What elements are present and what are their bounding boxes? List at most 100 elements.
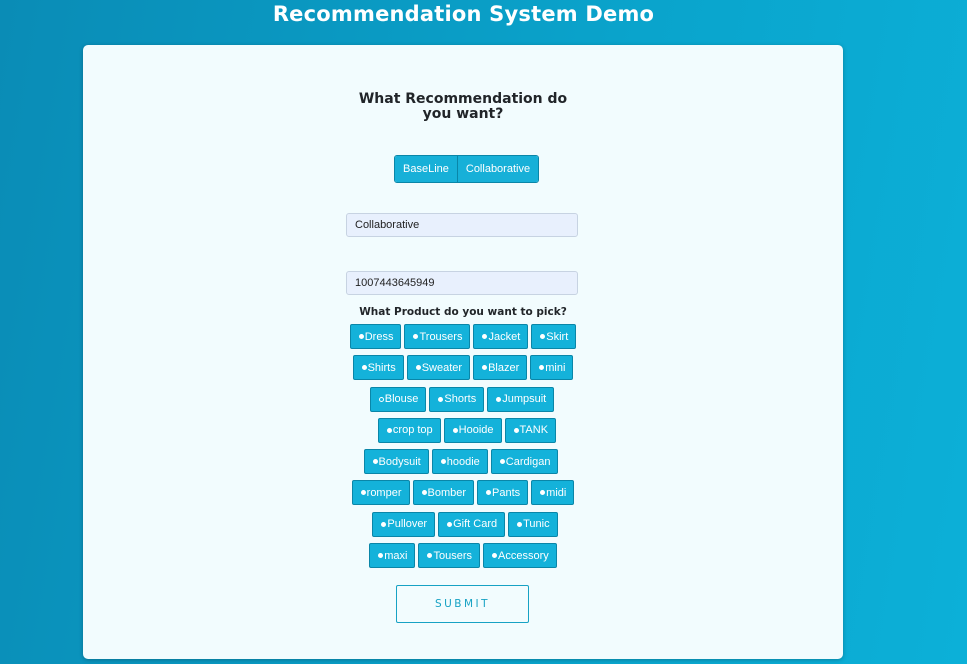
recommendation-type-toggle: BaseLine Collaborative xyxy=(394,155,540,183)
product-option[interactable]: Accessory xyxy=(483,543,557,569)
product-option[interactable]: maxi xyxy=(369,543,416,569)
product-option-label: TANK xyxy=(519,424,549,437)
product-option[interactable]: Skirt xyxy=(531,324,577,349)
radio-icon xyxy=(438,396,444,402)
product-option-label: Shorts xyxy=(444,393,477,406)
product-option[interactable]: Shirts xyxy=(352,355,404,381)
product-row: Pullover Gift Card Tunic xyxy=(85,511,845,538)
radio-icon xyxy=(378,553,384,559)
radio-icon xyxy=(499,459,505,465)
product-row: crop top Hooide TANK xyxy=(87,417,847,444)
product-option-label: Tousers xyxy=(433,549,472,562)
product-option-label: Blouse xyxy=(384,393,419,406)
radio-icon xyxy=(427,553,433,559)
product-option-label: Tunic xyxy=(523,518,550,531)
product-row: Shirts Sweater Blazer mini xyxy=(83,355,843,381)
page-title: Recommendation System Demo xyxy=(272,2,655,26)
product-option-label: Skirt xyxy=(546,330,569,343)
radio-icon xyxy=(517,521,523,527)
main-card: What Recommendation do you want? BaseLin… xyxy=(83,45,843,659)
product-option-label: Accessory xyxy=(498,549,549,562)
product-option-label: Shirts xyxy=(367,361,396,374)
radio-icon xyxy=(513,427,519,433)
radio-icon xyxy=(486,490,492,496)
product-option[interactable]: Dress xyxy=(349,324,402,349)
product-option[interactable]: Gift Card xyxy=(438,511,506,537)
product-option[interactable]: romper xyxy=(351,480,410,506)
product-option[interactable]: Tousers xyxy=(418,543,480,569)
product-option[interactable]: Tunic xyxy=(508,511,558,537)
product-row: Dress Trousers Jacket Skirt xyxy=(83,324,843,350)
product-option-label: Trousers xyxy=(419,330,463,343)
product-option-label: hoodie xyxy=(446,455,480,468)
radio-icon xyxy=(540,490,546,496)
radio-icon xyxy=(482,365,488,371)
radio-icon xyxy=(440,459,446,465)
product-option-label: Gift Card xyxy=(453,518,498,531)
product-option-label: Hooide xyxy=(458,424,494,437)
radio-icon xyxy=(482,334,488,339)
submit-button[interactable]: SUBMIT xyxy=(396,585,529,623)
radio-icon xyxy=(540,334,546,339)
product-option[interactable]: Hooide xyxy=(443,417,502,443)
product-option[interactable]: midi xyxy=(531,480,575,506)
radio-icon xyxy=(447,521,453,527)
recommendation-question: What Recommendation do you want? xyxy=(358,91,568,122)
product-option-label: mini xyxy=(545,361,566,374)
product-option[interactable]: Trousers xyxy=(404,324,471,349)
radio-icon xyxy=(386,427,392,433)
product-option-label: maxi xyxy=(384,549,408,562)
product-option-label: midi xyxy=(546,486,567,499)
product-option[interactable]: Pullover xyxy=(372,511,436,537)
product-option[interactable]: Bodysuit xyxy=(363,449,429,475)
radio-icon xyxy=(358,334,364,339)
product-row: romper Bomber Pants midi xyxy=(83,480,843,506)
product-option[interactable]: Jacket xyxy=(473,324,529,349)
radio-icon xyxy=(421,490,427,496)
method-field[interactable] xyxy=(346,213,578,237)
collaborative-button[interactable]: Collaborative xyxy=(456,156,539,182)
product-option[interactable]: TANK xyxy=(504,417,557,443)
radio-icon xyxy=(415,365,421,371)
radio-icon xyxy=(372,459,378,465)
product-option[interactable]: Jumpsuit xyxy=(487,386,555,412)
baseline-button[interactable]: BaseLine xyxy=(395,156,457,182)
radio-icon xyxy=(378,396,384,402)
product-option[interactable]: Bomber xyxy=(412,480,475,506)
radio-icon xyxy=(361,365,367,371)
product-option[interactable]: Pants xyxy=(477,480,529,506)
product-option-label: Dress xyxy=(364,330,394,343)
product-option-label: Bomber xyxy=(427,486,467,499)
product-option[interactable]: Shorts xyxy=(429,386,485,412)
product-option[interactable]: hoodie xyxy=(431,449,488,475)
product-question: What Product do you want to pick? xyxy=(359,306,567,318)
product-row: Blouse Shorts Jumpsuit xyxy=(82,386,842,413)
product-option[interactable]: crop top xyxy=(377,417,441,443)
product-option-label: Sweater xyxy=(421,361,463,374)
product-option-label: romper xyxy=(366,486,402,499)
radio-icon xyxy=(381,521,387,527)
product-row: Bodysuit hoodie Cardigan xyxy=(81,449,841,475)
product-option[interactable]: Sweater xyxy=(406,355,471,381)
radio-icon xyxy=(413,334,419,339)
radio-icon xyxy=(360,490,366,496)
product-option[interactable]: Blazer xyxy=(473,355,528,381)
product-option-label: Cardigan xyxy=(505,455,551,468)
product-option-label: Blazer xyxy=(488,361,520,374)
product-row: maxi Tousers Accessory xyxy=(83,543,843,569)
product-option-label: Jacket xyxy=(488,330,521,343)
radio-icon xyxy=(452,427,458,433)
user-id-field[interactable] xyxy=(346,271,578,295)
product-option-label: Pullover xyxy=(387,518,428,531)
product-option-label: Jumpsuit xyxy=(502,393,547,406)
radio-icon xyxy=(539,365,545,371)
product-option[interactable]: Cardigan xyxy=(490,449,559,475)
radio-icon xyxy=(496,396,502,402)
product-option-label: crop top xyxy=(392,424,433,437)
product-option[interactable]: Blouse xyxy=(369,386,427,412)
product-option-label: Pants xyxy=(492,486,521,499)
product-option[interactable]: mini xyxy=(530,355,574,381)
radio-icon xyxy=(492,553,497,559)
product-options: Dress Trousers Jacket Skirt Shirts Sweater Bla… xyxy=(83,324,843,574)
product-option-label: Bodysuit xyxy=(378,455,421,468)
